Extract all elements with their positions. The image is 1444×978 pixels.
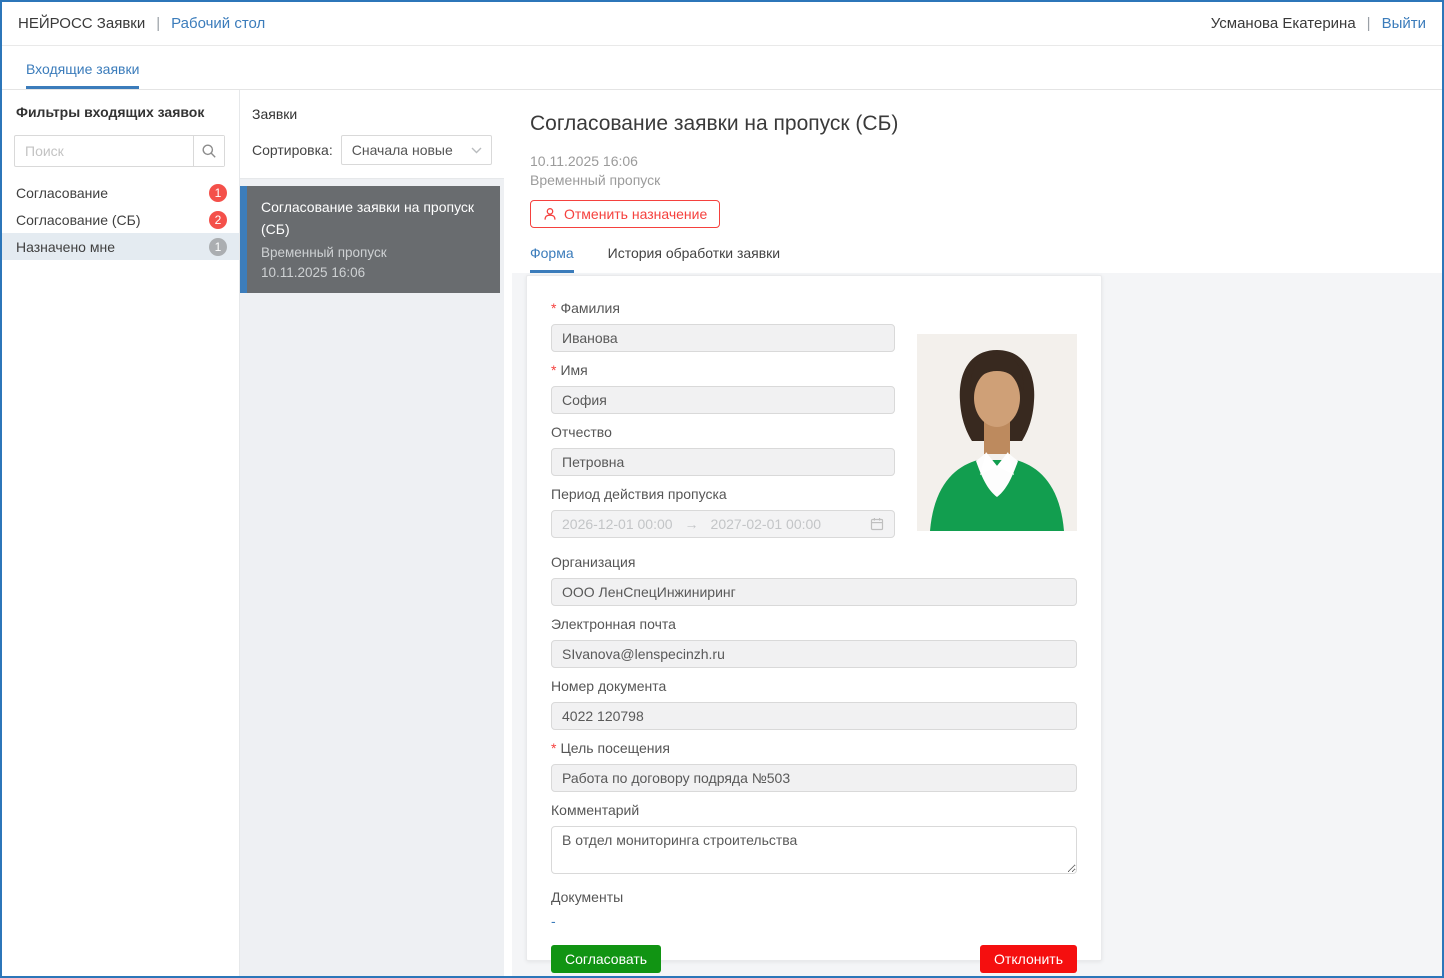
detail-header: Согласование заявки на пропуск (СБ) 10.1… xyxy=(512,90,1442,273)
first-name-label: *Имя xyxy=(551,362,895,379)
main-tabstrip: Входящие заявки xyxy=(2,46,1442,90)
period-end: 2027-02-01 00:00 xyxy=(711,516,822,532)
filter-item-label: Назначено мне xyxy=(16,239,115,255)
content-area: Фильтры входящих заявок Согласование 1 С… xyxy=(2,90,1442,976)
request-card-selected[interactable]: Согласование заявки на пропуск (СБ) Врем… xyxy=(240,186,500,293)
detail-tabs: Форма История обработки заявки xyxy=(530,245,1424,273)
period-start: 2026-12-01 00:00 xyxy=(562,516,673,532)
document-number-field[interactable] xyxy=(551,702,1077,730)
count-badge: 1 xyxy=(209,238,227,256)
filter-item-approval-sb[interactable]: Согласование (СБ) 2 xyxy=(2,206,239,233)
request-form-card: *Фамилия *Имя Отчество xyxy=(526,275,1102,961)
detail-pass-type: Временный пропуск xyxy=(530,172,1424,188)
cancel-assignment-button[interactable]: Отменить назначение xyxy=(530,200,720,228)
tab-history[interactable]: История обработки заявки xyxy=(608,245,780,273)
search-icon xyxy=(201,143,217,159)
approve-button[interactable]: Согласовать xyxy=(551,945,661,973)
tab-incoming-requests[interactable]: Входящие заявки xyxy=(26,61,139,89)
column-gap xyxy=(504,90,512,976)
middle-name-field[interactable] xyxy=(551,448,895,476)
period-arrow: → xyxy=(685,516,699,532)
filter-item-label: Согласование xyxy=(16,185,108,201)
first-name-field[interactable] xyxy=(551,386,895,414)
filter-item-assigned-to-me[interactable]: Назначено мне 1 xyxy=(2,233,239,260)
visit-purpose-label: *Цель посещения xyxy=(551,740,1077,757)
header-separator-right: | xyxy=(1367,15,1371,32)
email-field[interactable] xyxy=(551,640,1077,668)
search-button[interactable] xyxy=(193,136,224,166)
email-label: Электронная почта xyxy=(551,616,1077,633)
detail-panel: Согласование заявки на пропуск (СБ) 10.1… xyxy=(512,90,1442,976)
organization-label: Организация xyxy=(551,554,1077,571)
filter-list: Согласование 1 Согласование (СБ) 2 Назна… xyxy=(2,179,239,260)
header-separator: | xyxy=(156,15,160,32)
required-mark: * xyxy=(551,300,556,316)
request-card-title: Согласование заявки на пропуск (СБ) xyxy=(261,196,484,240)
request-cards: Согласование заявки на пропуск (СБ) Врем… xyxy=(240,179,504,293)
detail-datetime: 10.11.2025 16:06 xyxy=(530,153,1424,169)
comment-field[interactable]: В отдел мониторинга строительства xyxy=(551,826,1077,874)
filters-sidebar: Фильтры входящих заявок Согласование 1 С… xyxy=(2,90,240,976)
filter-item-approval[interactable]: Согласование 1 xyxy=(2,179,239,206)
request-card-type: Временный пропуск xyxy=(261,245,484,260)
app-brand: НЕЙРОСС Заявки xyxy=(18,15,145,32)
document-number-label: Номер документа xyxy=(551,678,1077,695)
sort-select-value: Сначала новые xyxy=(352,142,453,158)
detail-title: Согласование заявки на пропуск (СБ) xyxy=(530,112,1424,136)
requests-list-header: Заявки Сортировка: Сначала новые xyxy=(240,90,504,179)
count-badge: 1 xyxy=(209,184,227,202)
filter-item-label: Согласование (СБ) xyxy=(16,212,141,228)
documents-value-link[interactable]: - xyxy=(551,913,556,930)
applicant-photo xyxy=(917,334,1077,531)
count-badge: 2 xyxy=(209,211,227,229)
last-name-label: *Фамилия xyxy=(551,300,895,317)
middle-name-label: Отчество xyxy=(551,424,895,441)
chevron-down-icon xyxy=(471,147,482,154)
logout-link[interactable]: Выйти xyxy=(1382,15,1426,32)
sort-label: Сортировка: xyxy=(252,142,333,158)
visit-purpose-field[interactable] xyxy=(551,764,1077,792)
cancel-assignment-label: Отменить назначение xyxy=(564,206,707,222)
search-input[interactable] xyxy=(15,136,193,166)
requests-list-column: Заявки Сортировка: Сначала новые Согласо… xyxy=(240,90,504,976)
calendar-icon xyxy=(870,517,884,531)
comment-label: Комментарий xyxy=(551,802,1077,819)
user-icon xyxy=(543,207,557,221)
top-header: НЕЙРОСС Заявки | Рабочий стол Усманова Е… xyxy=(2,2,1442,46)
filters-title: Фильтры входящих заявок xyxy=(16,104,225,120)
current-user-name: Усманова Екатерина xyxy=(1211,15,1356,32)
filter-search-group xyxy=(14,135,225,167)
detail-body: *Фамилия *Имя Отчество xyxy=(512,273,1442,976)
required-mark: * xyxy=(551,362,556,378)
request-card-datetime: 10.11.2025 16:06 xyxy=(261,265,484,280)
workspace-link[interactable]: Рабочий стол xyxy=(171,15,265,32)
reject-button[interactable]: Отклонить xyxy=(980,945,1077,973)
period-range-picker[interactable]: 2026-12-01 00:00 → 2027-02-01 00:00 xyxy=(551,510,895,538)
requests-list-title: Заявки xyxy=(252,106,492,122)
form-actions: Согласовать Отклонить xyxy=(551,945,1077,973)
tab-form[interactable]: Форма xyxy=(530,245,574,273)
organization-field[interactable] xyxy=(551,578,1077,606)
period-label: Период действия пропуска xyxy=(551,486,895,503)
last-name-field[interactable] xyxy=(551,324,895,352)
sort-select[interactable]: Сначала новые xyxy=(341,135,492,165)
required-mark: * xyxy=(551,740,556,756)
documents-label: Документы xyxy=(551,889,1077,906)
